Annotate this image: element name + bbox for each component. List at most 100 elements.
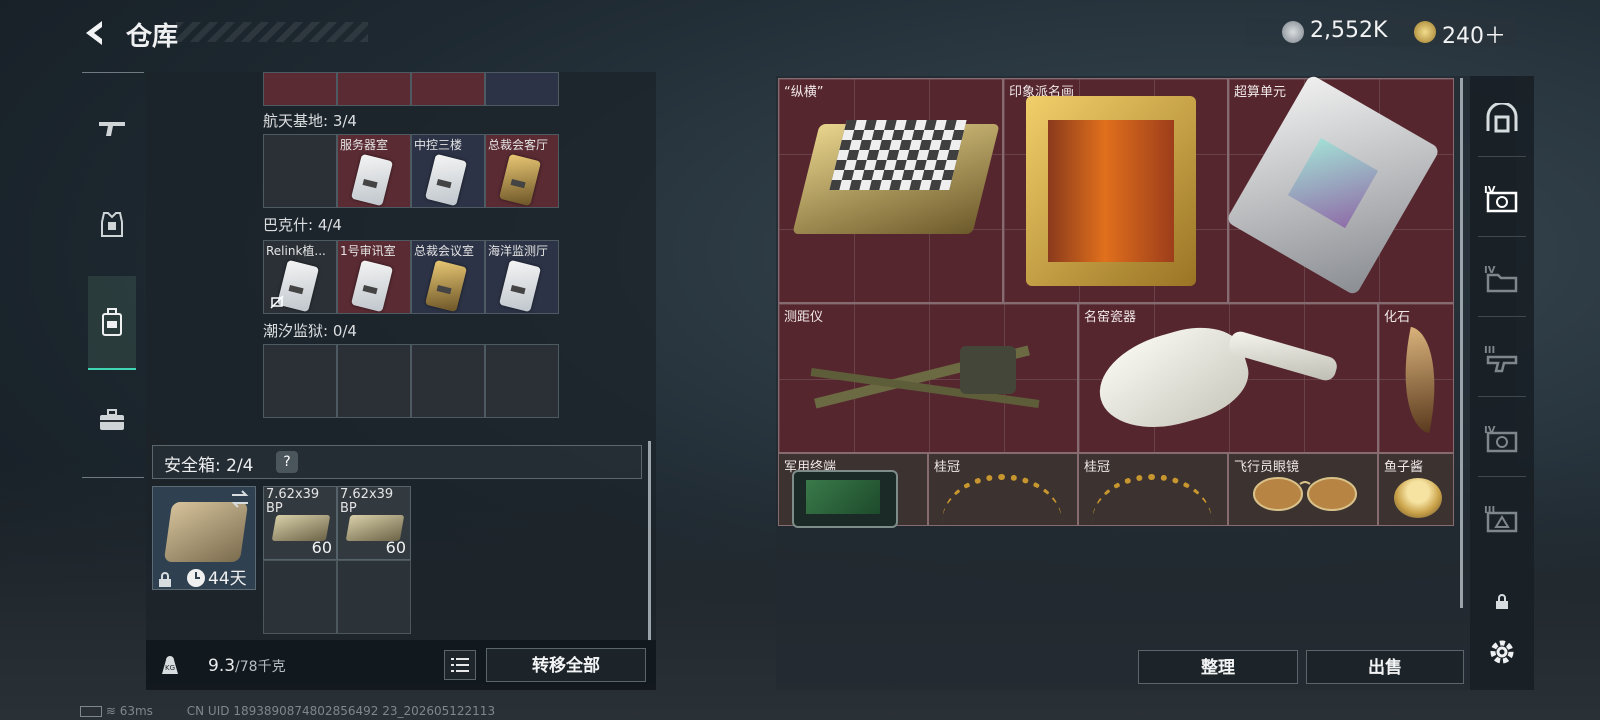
keycard-row: Relink植... 1号审讯室 总裁会议室 海洋监测厅	[263, 240, 559, 314]
keycard-slot[interactable]	[337, 72, 411, 106]
ammo-label: 7.62x39 BP	[266, 487, 320, 516]
lock-icon	[159, 572, 171, 587]
organize-button[interactable]: 整理	[1138, 650, 1298, 684]
page-title: 仓库	[126, 22, 179, 52]
keycard-slot[interactable]	[485, 72, 559, 106]
safe-box-grid-row: 7.62x39 BP 60 7.62x39 BP 60	[263, 486, 411, 560]
keycard-label: 1号审讯室	[340, 244, 396, 258]
svg-text:III: III	[1484, 505, 1495, 516]
keycard-slot[interactable]	[263, 72, 337, 106]
keycard-slot[interactable]: 总裁会议室	[411, 240, 485, 314]
rangefinder-body	[960, 346, 1016, 394]
nav-backpack[interactable]	[88, 298, 136, 346]
section-label: 巴克什: 4/4	[263, 216, 342, 234]
safe-box-label: 安全箱: 2/4	[164, 456, 254, 476]
keycard-slot[interactable]: Relink植...	[263, 240, 337, 314]
ammo-slot[interactable]: 7.62x39 BP 60	[263, 486, 337, 560]
keycard-slot[interactable]	[411, 72, 485, 106]
keycard-label: 中控三楼	[414, 138, 463, 152]
safe-box-time-left: 44天	[208, 569, 247, 589]
transfer-all-button[interactable]: 转移全部	[486, 648, 646, 682]
section-label: 航天基地: 3/4	[263, 112, 357, 130]
rail-separator	[1478, 236, 1526, 237]
terminal-screen	[806, 480, 880, 514]
keycard-slot[interactable]: 服务器室	[337, 134, 411, 208]
keycard-row-partial	[263, 72, 559, 106]
rail-separator	[1478, 316, 1526, 317]
stash-scrollbar[interactable]	[1460, 78, 1463, 608]
back-arrow-icon[interactable]	[80, 18, 110, 48]
weapon-iii-icon: III	[1484, 345, 1518, 373]
weight-readout: 9.3/78千克	[208, 656, 286, 676]
rail-tab-vault[interactable]	[1478, 96, 1526, 140]
weight-capacity: /78千克	[235, 659, 286, 675]
keycard-slot[interactable]	[337, 344, 411, 418]
shield-iii-icon: III	[1484, 505, 1518, 533]
wifi-icon: ≋	[105, 704, 116, 718]
rail-lock[interactable]	[1478, 580, 1526, 624]
weight-current: 9.3	[208, 656, 236, 676]
lock-icon	[1496, 594, 1508, 609]
keycard-row	[263, 344, 559, 418]
gold-coin-icon	[1414, 21, 1436, 43]
ammo-count: 60	[311, 538, 332, 557]
ammo-slot[interactable]: 7.62x39 BP 60	[337, 486, 411, 560]
silver-coin-icon	[1282, 21, 1304, 43]
broken-key-icon	[270, 295, 284, 309]
nav-armor[interactable]	[88, 200, 136, 248]
keycard-slot[interactable]	[263, 134, 337, 208]
keycard-image	[350, 153, 394, 207]
status-footer: ≋ 63ms CN UID 1893890874802856492 23_202…	[80, 704, 495, 718]
item-label: 桂冠	[934, 460, 961, 475]
help-button[interactable]: ?	[276, 451, 298, 473]
aviator-glasses-image	[1253, 477, 1357, 511]
gold-amount[interactable]: 240＋	[1442, 18, 1506, 50]
list-view-button[interactable]	[444, 650, 476, 680]
keycard-slot[interactable]: 1号审讯室	[337, 240, 411, 314]
safe-box-grid-row	[263, 560, 411, 634]
settings-button[interactable]	[1478, 630, 1526, 674]
module-iv-icon: IV	[1484, 185, 1518, 213]
backpack-icon	[102, 308, 122, 336]
empty-slot[interactable]	[263, 560, 337, 634]
rail-tab-iii-shield[interactable]: III	[1478, 496, 1526, 540]
nav-weapons[interactable]	[88, 104, 136, 152]
chessboard-pattern	[829, 120, 967, 190]
rail-tab-iv-folder[interactable]: IV	[1478, 256, 1526, 300]
left-scrollbar[interactable]	[648, 441, 651, 641]
vault-icon	[1486, 103, 1518, 133]
weight-icon: KG	[162, 656, 178, 674]
uid-text: CN UID 1893890874802856492 23_2026051221…	[186, 704, 496, 718]
rail-tab-iv-gear[interactable]: IV	[1478, 416, 1526, 460]
caviar-tin-image	[1394, 478, 1442, 518]
keycard-slot[interactable]: 总裁会客厅	[485, 134, 559, 208]
rail-separator	[1478, 476, 1526, 477]
keycard-image	[424, 259, 468, 313]
rail-separator	[1478, 396, 1526, 397]
svg-text:IV: IV	[1484, 425, 1496, 436]
item-label: 化石	[1384, 310, 1411, 325]
svg-text:IV: IV	[1484, 185, 1496, 196]
sell-button[interactable]: 出售	[1306, 650, 1464, 684]
item-label: 名窑瓷器	[1084, 310, 1137, 325]
item-label: 鱼子酱	[1384, 460, 1424, 475]
keycard-slot[interactable]	[485, 344, 559, 418]
keycard-slot[interactable]: 海洋监测厅	[485, 240, 559, 314]
keycard-label: Relink植...	[266, 244, 326, 258]
rail-tab-iii-weapon[interactable]: III	[1478, 336, 1526, 380]
keycard-row: 服务器室 中控三楼 总裁会客厅	[263, 134, 559, 208]
rail-tab-iv-module[interactable]: IV	[1478, 176, 1526, 220]
nav-toolbox[interactable]	[88, 396, 136, 444]
clock-icon	[187, 569, 205, 587]
keycard-slot[interactable]	[411, 344, 485, 418]
swap-icon[interactable]	[230, 490, 250, 508]
keycard-slot[interactable]	[263, 344, 337, 418]
keycard-image	[498, 259, 542, 313]
empty-slot[interactable]	[337, 560, 411, 634]
toolbox-icon	[100, 409, 124, 430]
keycard-label: 总裁会议室	[414, 244, 475, 258]
keycard-label: 海洋监测厅	[488, 244, 549, 258]
battery-icon	[80, 706, 102, 717]
keycard-slot[interactable]: 中控三楼	[411, 134, 485, 208]
list-icon	[451, 658, 469, 672]
